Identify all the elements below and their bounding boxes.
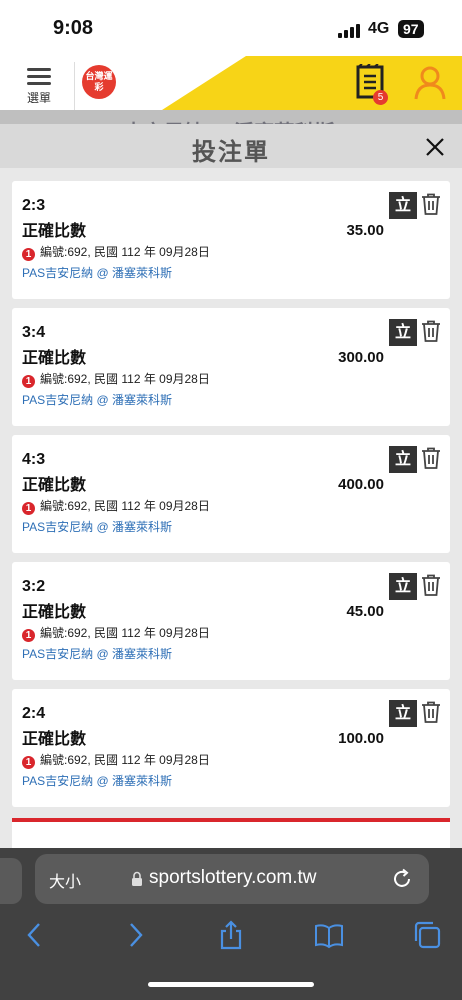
bet-score: 3:2 — [22, 578, 46, 595]
bet-match-link[interactable]: PAS吉安尼納 @ 潘塞萊科斯 — [22, 391, 172, 408]
bet-meta: 1 編號:692, 民國 112 年 09月28日 — [22, 243, 210, 261]
text-size-button[interactable]: 大小 — [49, 868, 81, 892]
address-bar[interactable]: 大小 sportslottery.com.tw — [35, 854, 429, 904]
bet-card: 3:2 正確比數 45.00 1 編號:692, 民國 112 年 09月28日 … — [12, 562, 450, 680]
hamburger-icon — [27, 68, 51, 71]
close-icon[interactable] — [422, 134, 448, 160]
bet-odds: 100.00 — [338, 730, 384, 747]
previous-tab-preview[interactable] — [0, 858, 22, 904]
betslip-title: 投注單 — [192, 139, 270, 166]
bet-odds: 300.00 — [338, 349, 384, 366]
app-header: 選單 台灣運彩 5 — [0, 56, 462, 110]
bet-odds: 400.00 — [338, 476, 384, 493]
share-icon[interactable] — [216, 920, 246, 950]
bet-meta: 1 編號:692, 民國 112 年 09月28日 — [22, 624, 210, 642]
bet-type: 正確比數 — [22, 350, 87, 367]
hamburger-icon-bar — [27, 82, 51, 85]
bet-card: 2:3 正確比數 35.00 1 編號:692, 民國 112 年 09月28日 … — [12, 181, 450, 299]
alert-icon: 1 — [22, 248, 35, 261]
network-type: 4G — [368, 20, 390, 37]
bet-meta: 1 編號:692, 民國 112 年 09月28日 — [22, 751, 210, 769]
bet-score: 3:4 — [22, 324, 46, 341]
bet-type: 正確比數 — [22, 223, 87, 240]
home-indicator — [148, 982, 314, 987]
bet-score: 2:3 — [22, 197, 46, 214]
bet-meta-text: 編號:692, 民國 112 年 09月28日 — [40, 626, 210, 640]
trash-icon[interactable] — [421, 701, 441, 723]
bet-meta-text: 編號:692, 民國 112 年 09月28日 — [40, 245, 210, 259]
bet-type: 正確比數 — [22, 604, 87, 621]
trash-icon[interactable] — [421, 447, 441, 469]
hamburger-icon-bar — [27, 75, 51, 78]
menu-button[interactable]: 選單 — [22, 66, 56, 106]
alert-icon: 1 — [22, 629, 35, 642]
bet-score: 2:4 — [22, 705, 46, 722]
summary-card-peek — [12, 822, 450, 848]
bet-match-link[interactable]: PAS吉安尼納 @ 潘塞萊科斯 — [22, 772, 172, 789]
bet-score: 4:3 — [22, 451, 46, 468]
menu-label: 選單 — [26, 91, 51, 105]
bet-match-link[interactable]: PAS吉安尼納 @ 潘塞萊科斯 — [22, 518, 172, 535]
bet-odds: 45.00 — [346, 603, 384, 620]
bet-odds: 35.00 — [346, 222, 384, 239]
trash-icon[interactable] — [421, 320, 441, 342]
single-bet-button[interactable]: 立 — [389, 446, 417, 473]
battery-indicator: 97 — [398, 20, 424, 38]
bet-match-link[interactable]: PAS吉安尼納 @ 潘塞萊科斯 — [22, 264, 172, 281]
user-icon[interactable] — [414, 66, 446, 100]
bet-match-link[interactable]: PAS吉安尼納 @ 潘塞萊科斯 — [22, 645, 172, 662]
bet-meta-text: 編號:692, 民國 112 年 09月28日 — [40, 372, 210, 386]
alert-icon: 1 — [22, 502, 35, 515]
bookmarks-icon[interactable] — [314, 920, 344, 950]
single-bet-button[interactable]: 立 — [389, 192, 417, 219]
bet-meta: 1 編號:692, 民國 112 年 09月28日 — [22, 497, 210, 515]
status-bar: 9:08 4G 97 — [0, 0, 462, 56]
header-divider — [74, 62, 75, 110]
forward-icon[interactable] — [120, 920, 150, 950]
cellular-signal-icon — [338, 24, 360, 38]
betslip-header: 投注單 — [0, 124, 462, 168]
trash-icon[interactable] — [421, 193, 441, 215]
bet-meta-text: 編號:692, 民國 112 年 09月28日 — [40, 499, 210, 513]
bet-card: 2:4 正確比數 100.00 1 編號:692, 民國 112 年 09月28日… — [12, 689, 450, 807]
bet-type: 正確比數 — [22, 731, 87, 748]
bet-list[interactable]: 2:3 正確比數 35.00 1 編號:692, 民國 112 年 09月28日 … — [0, 168, 462, 848]
status-time: 9:08 — [53, 17, 94, 39]
single-bet-button[interactable]: 立 — [389, 573, 417, 600]
reload-icon[interactable] — [391, 868, 413, 890]
single-bet-button[interactable]: 立 — [389, 700, 417, 727]
single-bet-button[interactable]: 立 — [389, 319, 417, 346]
alert-icon: 1 — [22, 375, 35, 388]
browser-toolbar: 大小 sportslottery.com.tw — [0, 848, 462, 1000]
url-text[interactable]: sportslottery.com.tw — [149, 867, 317, 889]
tabs-icon[interactable] — [412, 920, 442, 950]
lock-icon — [132, 871, 142, 886]
trash-icon[interactable] — [421, 574, 441, 596]
betslip-count-badge: 5 — [373, 90, 388, 105]
bet-card: 3:4 正確比數 300.00 1 編號:692, 民國 112 年 09月28日… — [12, 308, 450, 426]
sports-lottery-logo[interactable]: 台灣運彩 — [82, 65, 116, 99]
bet-card: 4:3 正確比數 400.00 1 編號:692, 民國 112 年 09月28日… — [12, 435, 450, 553]
bet-type: 正確比數 — [22, 477, 87, 494]
bet-meta: 1 編號:692, 民國 112 年 09月28日 — [22, 370, 210, 388]
alert-icon: 1 — [22, 756, 35, 769]
bet-meta-text: 編號:692, 民國 112 年 09月28日 — [40, 753, 210, 767]
back-icon[interactable] — [20, 920, 50, 950]
